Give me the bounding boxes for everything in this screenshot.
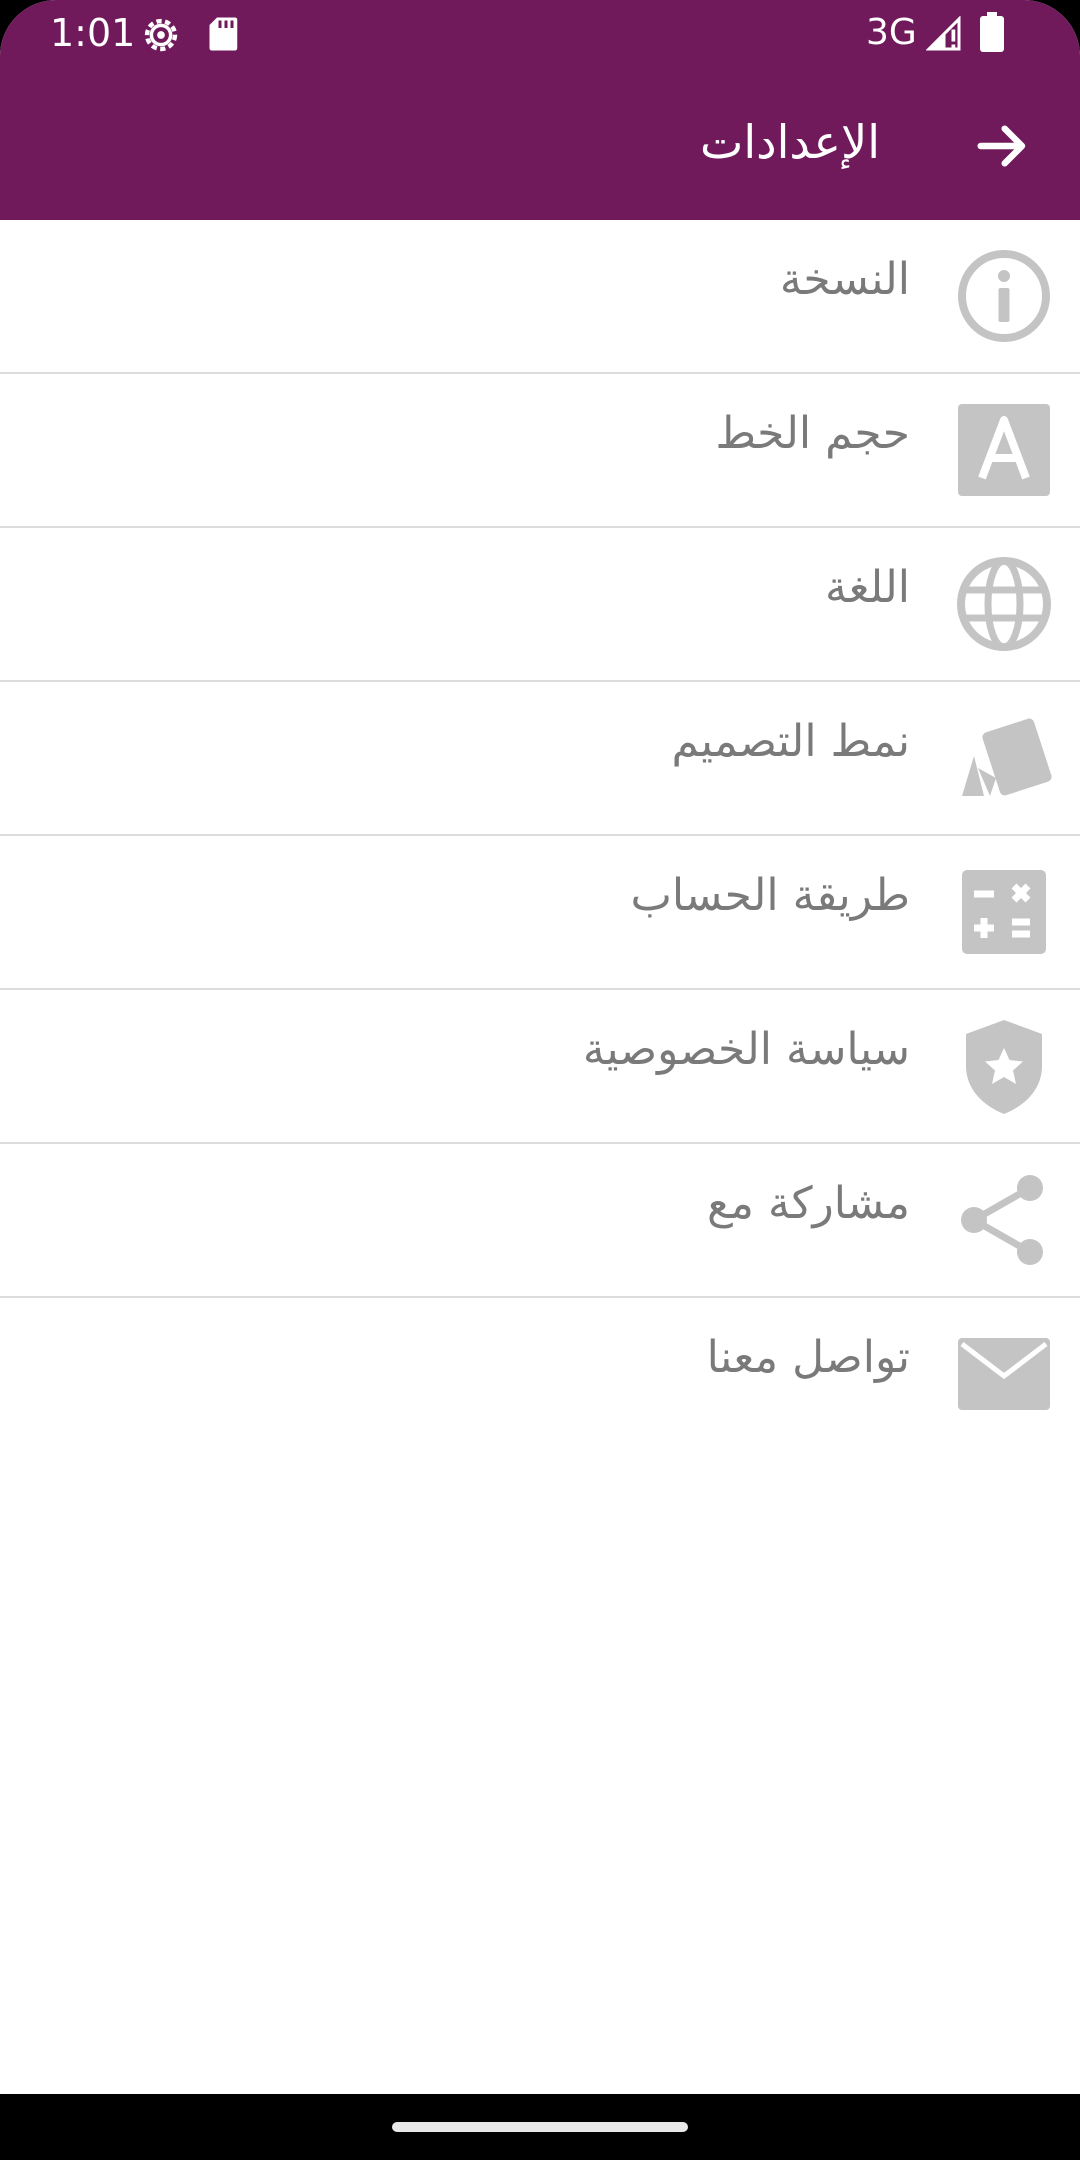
status-time: 1:01 [50, 11, 136, 55]
settings-item-contact-us[interactable]: تواصل معنا [0, 1298, 1080, 1450]
settings-item-label: اللغة [824, 562, 910, 613]
settings-list: النسخة حجم الخط اللغة نمط التصميم طريقة … [0, 220, 1080, 1450]
page-title: الإعدادات [700, 115, 880, 169]
info-icon [958, 250, 1050, 342]
share-icon [961, 1175, 1043, 1265]
settings-item-theme[interactable]: نمط التصميم [0, 682, 1080, 836]
navigation-bar [0, 2094, 1080, 2160]
settings-item-label: سياسة الخصوصية [582, 1024, 910, 1075]
privacy-shield-icon [966, 1020, 1042, 1114]
settings-item-label: تواصل معنا [706, 1332, 910, 1383]
arrow-right-icon[interactable] [970, 114, 1034, 178]
settings-item-label: حجم الخط [715, 408, 910, 459]
globe-icon [957, 557, 1051, 651]
calculator-icon [962, 870, 1046, 954]
sd-card-icon [209, 17, 238, 51]
settings-item-language[interactable]: اللغة [0, 528, 1080, 682]
settings-item-label: نمط التصميم [671, 716, 911, 767]
signal-icon [926, 16, 961, 51]
network-type: 3G [866, 12, 917, 53]
font-size-icon [958, 404, 1050, 496]
style-cards-icon [962, 718, 1052, 796]
screen: 1:01 3G الإعدادات النسخة حجم الخط اللغة … [0, 0, 1080, 2160]
settings-item-label: طريقة الحساب [630, 870, 911, 921]
home-gesture-handle[interactable] [392, 2122, 688, 2132]
mail-icon [958, 1338, 1050, 1410]
settings-item-version[interactable]: النسخة [0, 220, 1080, 374]
settings-item-privacy-policy[interactable]: سياسة الخصوصية [0, 990, 1080, 1144]
app-bar: الإعدادات [0, 66, 1080, 220]
settings-item-label: مشاركة مع [707, 1178, 910, 1229]
status-bar: 1:01 3G [0, 0, 1080, 66]
settings-item-share[interactable]: مشاركة مع [0, 1144, 1080, 1298]
battery-icon [980, 12, 1004, 52]
settings-item-font-size[interactable]: حجم الخط [0, 374, 1080, 528]
settings-item-calculation-method[interactable]: طريقة الحساب [0, 836, 1080, 990]
settings-item-label: النسخة [779, 254, 910, 305]
gear-icon [144, 18, 178, 52]
